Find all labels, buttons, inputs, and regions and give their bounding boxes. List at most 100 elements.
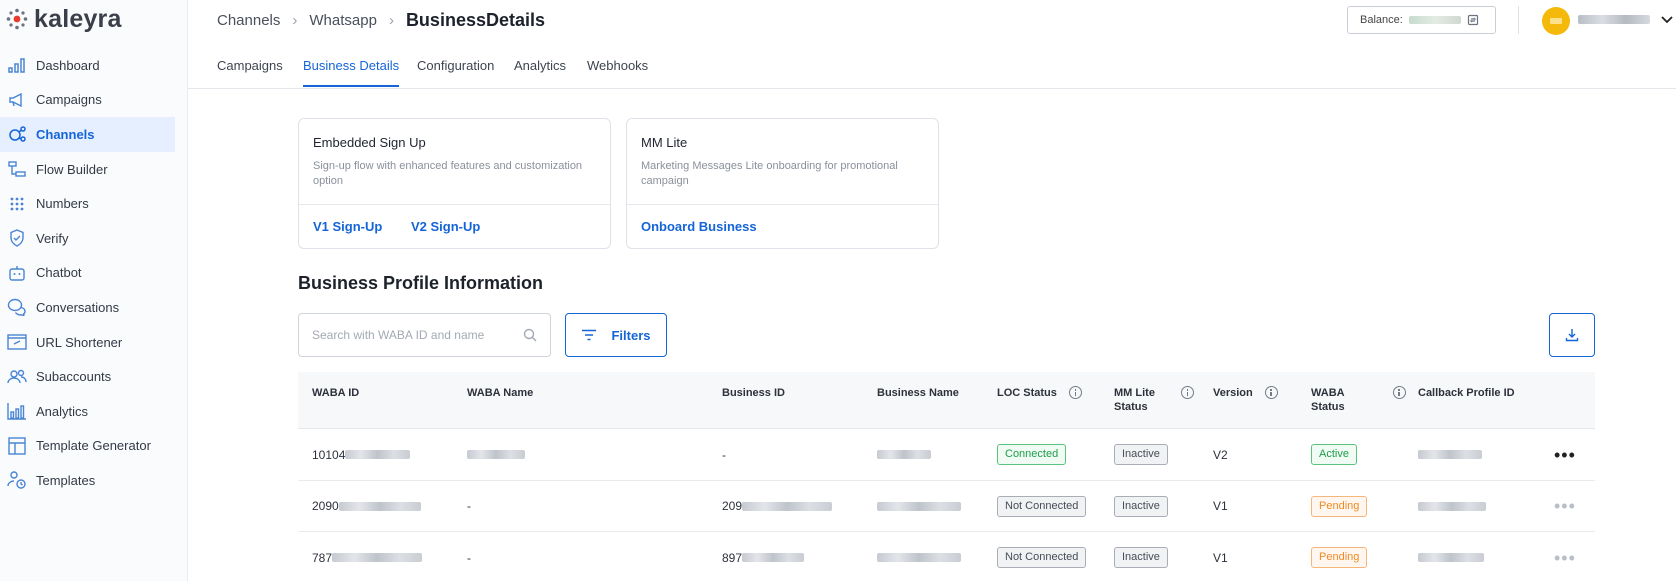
- brand-name: kaleyra: [34, 4, 122, 33]
- col-loc-status: LOC Status: [997, 386, 1082, 400]
- cell-version: V1: [1213, 499, 1228, 514]
- chevron-right-icon: ›: [292, 12, 298, 29]
- search-input[interactable]: Search with WABA ID and name: [298, 313, 551, 357]
- cell-mm-lite-status: Inactive: [1114, 532, 1168, 581]
- refresh-icon[interactable]: [1467, 14, 1479, 26]
- sidebar-item-chatbot[interactable]: Chatbot: [0, 256, 175, 291]
- app-root: kaleyra Dashboard Campaigns Channels Flo…: [0, 0, 1676, 581]
- info-icon[interactable]: [1180, 386, 1194, 399]
- filters-button[interactable]: Filters: [565, 313, 667, 357]
- breadcrumb-whatsapp[interactable]: Whatsapp: [309, 12, 377, 29]
- chevron-right-icon: ›: [388, 12, 394, 29]
- tab-campaigns[interactable]: Campaigns: [217, 58, 283, 85]
- brand-logo[interactable]: kaleyra: [6, 4, 122, 34]
- users-icon: [7, 367, 27, 387]
- cell-version: V2: [1213, 447, 1228, 462]
- section-title: Business Profile Information: [298, 273, 544, 293]
- sidebar-item-label: Subaccounts: [36, 369, 112, 385]
- kaleyra-logo-icon: [6, 8, 28, 30]
- user-name-masked[interactable]: [1578, 15, 1650, 24]
- sidebar: kaleyra Dashboard Campaigns Channels Flo…: [0, 0, 188, 581]
- status-badge: Not Connected: [997, 495, 1087, 517]
- tab-bar: Campaigns Business Details Configuration…: [188, 44, 1676, 89]
- row-actions-menu[interactable]: •••: [1554, 429, 1576, 481]
- sidebar-item-channels[interactable]: Channels: [0, 117, 175, 152]
- filters-label: Filters: [611, 327, 651, 343]
- templates-icon: [7, 470, 27, 490]
- more-horizontal-icon[interactable]: •••: [1554, 446, 1576, 464]
- mm-lite-card: MM Lite Marketing Messages Lite onboardi…: [626, 118, 939, 249]
- sidebar-nav: Dashboard Campaigns Channels Flow Builde…: [0, 48, 175, 498]
- sidebar-item-label: Template Generator: [36, 438, 151, 454]
- sidebar-item-flow-builder[interactable]: Flow Builder: [0, 152, 175, 187]
- sidebar-item-conversations[interactable]: Conversations: [0, 290, 175, 325]
- sidebar-item-subaccounts[interactable]: Subaccounts: [0, 359, 175, 394]
- layout-icon: [7, 436, 27, 456]
- link-icon: [7, 332, 27, 352]
- sidebar-item-label: Chatbot: [36, 265, 82, 281]
- card-divider: [299, 204, 610, 205]
- col-business-name: Business Name: [877, 387, 959, 399]
- card-title: MM Lite: [641, 135, 688, 150]
- col-waba-status: WABA Status: [1311, 386, 1406, 414]
- cell-business-id: -: [722, 447, 726, 462]
- sidebar-item-verify[interactable]: Verify: [0, 221, 175, 256]
- table-row[interactable]: 10104 - Connected Inactive V2 Active •••: [298, 429, 1595, 481]
- table-row[interactable]: 2090 - 209 Not Connected Inactive V1 Pen…: [298, 481, 1595, 533]
- breadcrumb-channels[interactable]: Channels: [217, 12, 280, 29]
- chevron-down-icon[interactable]: [1660, 12, 1674, 26]
- info-icon[interactable]: [1392, 386, 1406, 399]
- tab-webhooks[interactable]: Webhooks: [587, 58, 648, 85]
- tab-business-details[interactable]: Business Details: [303, 58, 400, 87]
- cell-loc-status: Not Connected: [997, 532, 1087, 581]
- sidebar-item-template-generator[interactable]: Template Generator: [0, 429, 175, 464]
- v2-signup-link[interactable]: V2 Sign-Up: [411, 219, 480, 234]
- download-button[interactable]: [1549, 313, 1595, 357]
- avatar[interactable]: [1542, 7, 1570, 35]
- cell-waba-status: Active: [1311, 429, 1357, 481]
- table-header: WABA ID WABA Name Business ID Business N…: [298, 372, 1595, 429]
- cell-business-name: [877, 532, 961, 581]
- status-badge: Pending: [1311, 495, 1368, 517]
- more-horizontal-icon[interactable]: •••: [1554, 549, 1576, 567]
- col-version: Version: [1213, 386, 1278, 400]
- status-badge: Inactive: [1114, 547, 1168, 569]
- business-profile-table: WABA ID WABA Name Business ID Business N…: [298, 372, 1595, 581]
- cell-loc-status: Not Connected: [997, 481, 1087, 533]
- sidebar-item-numbers[interactable]: Numbers: [0, 186, 175, 221]
- avatar-initials-icon: [1550, 18, 1562, 24]
- sidebar-item-label: Templates: [36, 472, 96, 488]
- sidebar-item-dashboard[interactable]: Dashboard: [0, 48, 175, 83]
- sidebar-item-analytics[interactable]: Analytics: [0, 394, 175, 429]
- sidebar-item-url-shortener[interactable]: URL Shortener: [0, 325, 175, 360]
- page-title: BusinessDetails: [405, 10, 545, 30]
- balance-box[interactable]: Balance:: [1347, 6, 1496, 34]
- cell-waba-name: -: [467, 499, 471, 514]
- info-icon[interactable]: [1264, 386, 1278, 399]
- cell-business-name: [877, 481, 961, 533]
- card-title: Embedded Sign Up: [313, 135, 426, 150]
- status-badge: Not Connected: [997, 547, 1087, 569]
- row-actions-menu[interactable]: •••: [1554, 532, 1576, 581]
- row-actions-menu[interactable]: •••: [1554, 481, 1576, 533]
- cell-waba-id: 787: [312, 532, 423, 581]
- sidebar-item-label: Campaigns: [36, 92, 102, 108]
- cell-waba-name: -: [467, 550, 471, 565]
- card-description: Sign-up flow with enhanced features and …: [313, 160, 583, 187]
- tab-analytics[interactable]: Analytics: [514, 58, 566, 85]
- cell-business-name: [877, 429, 931, 481]
- more-horizontal-icon[interactable]: •••: [1554, 497, 1576, 515]
- breadcrumb: Channels › Whatsapp › BusinessDetails: [217, 10, 545, 31]
- info-icon[interactable]: [1068, 386, 1082, 399]
- dial-pad-icon: [7, 194, 27, 214]
- col-mm-lite-status: MM Lite Status: [1114, 386, 1194, 414]
- sidebar-item-label: Analytics: [36, 403, 89, 419]
- v1-signup-link[interactable]: V1 Sign-Up: [313, 219, 382, 234]
- tab-configuration[interactable]: Configuration: [417, 58, 494, 85]
- sidebar-item-campaigns[interactable]: Campaigns: [0, 83, 175, 118]
- balance-label: Balance:: [1360, 14, 1403, 26]
- sidebar-item-templates[interactable]: Templates: [0, 463, 175, 498]
- onboard-business-link[interactable]: Onboard Business: [641, 219, 757, 234]
- sidebar-item-label: Flow Builder: [36, 161, 108, 177]
- table-row[interactable]: 787 - 897 Not Connected Inactive V1 Pend…: [298, 532, 1595, 581]
